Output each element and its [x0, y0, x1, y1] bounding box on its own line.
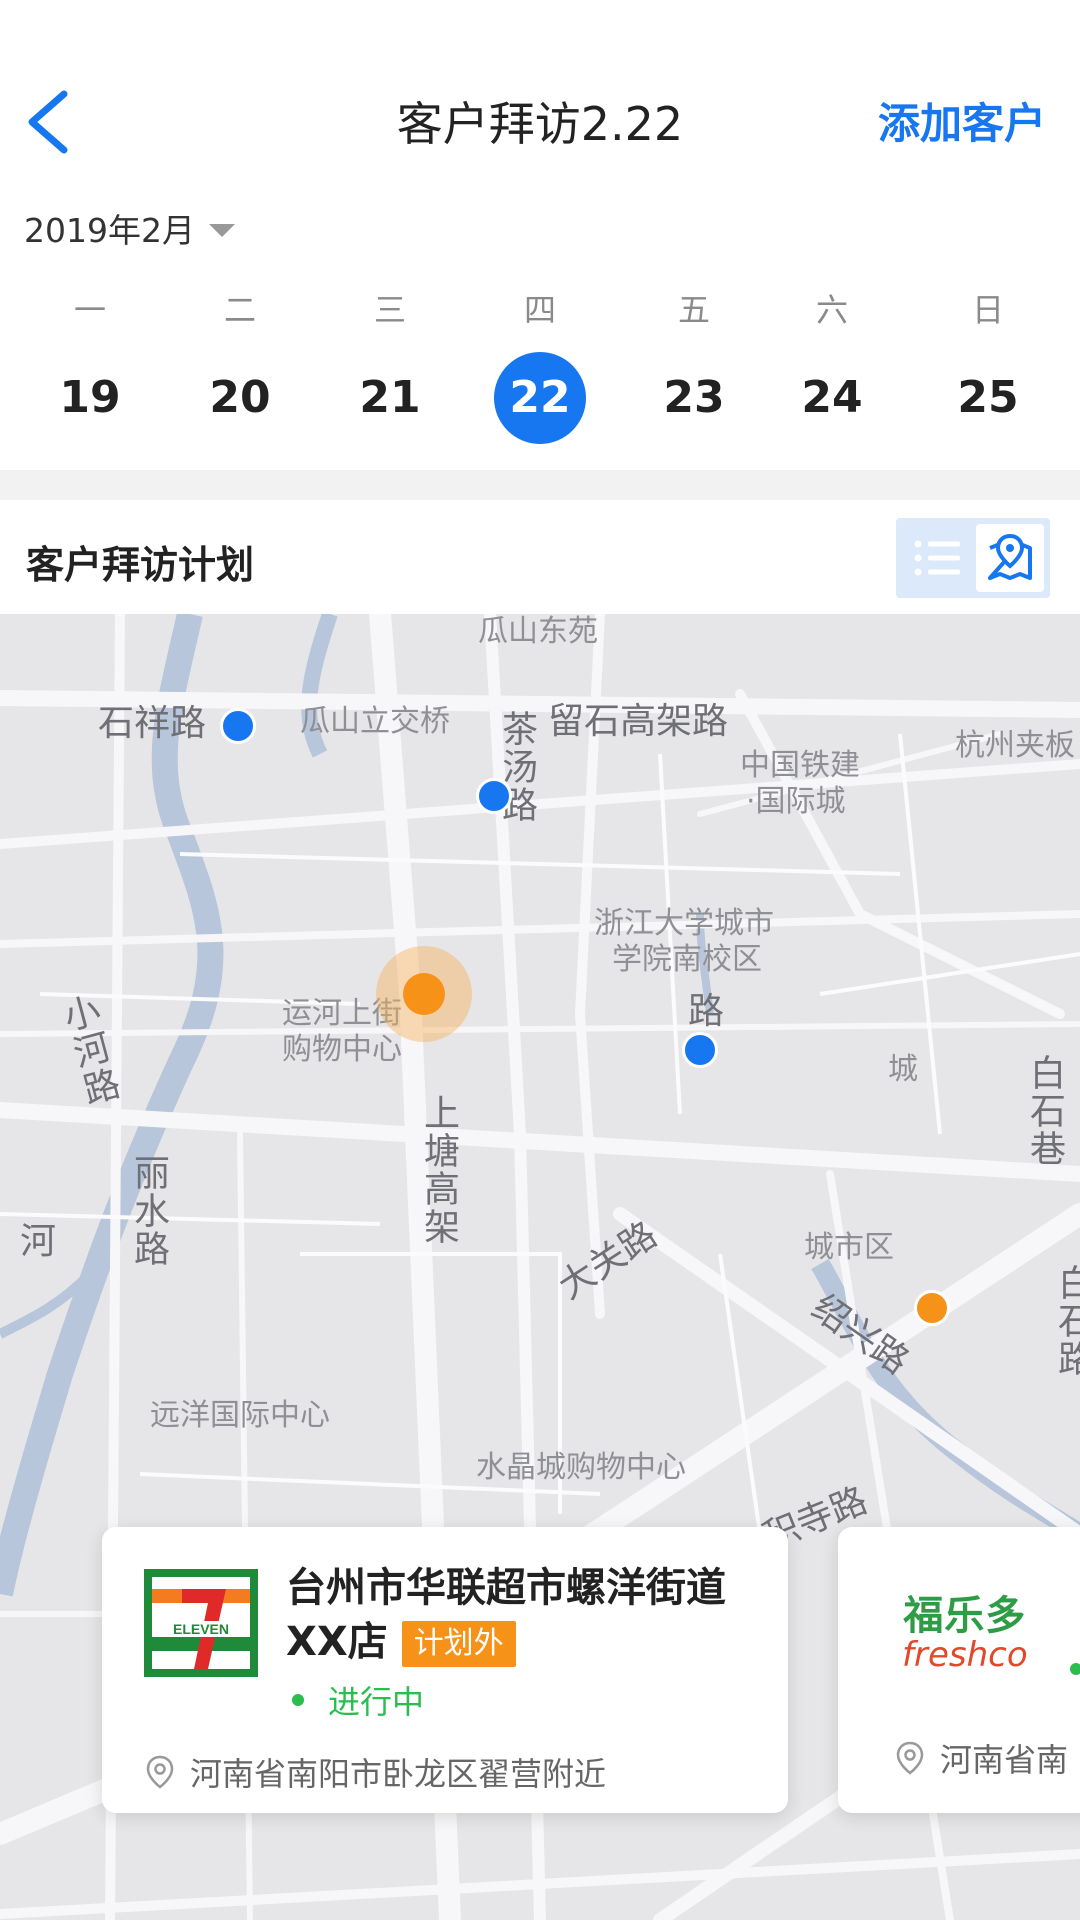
map-label: 瓜山东苑: [478, 614, 598, 649]
store-address: 河南省南: [894, 1735, 1068, 1781]
date-number: 25: [957, 372, 1019, 423]
store-card[interactable]: 福乐多 freshco 河南省南: [838, 1527, 1080, 1813]
day-25[interactable]: 日 25: [928, 290, 1048, 444]
logo-en-text: freshco: [902, 1635, 1028, 1675]
logo-cn-text: 福乐多: [903, 1593, 1027, 1639]
map-label: 瓜山立交桥: [300, 704, 450, 739]
date-number: 21: [359, 372, 421, 423]
map-label: ·国际城: [746, 784, 846, 819]
weekday-label: 日: [971, 291, 1004, 329]
status-dot: [1070, 1663, 1080, 1675]
map-label: 白石路: [1052, 1264, 1080, 1378]
map-label: 石祥路: [98, 703, 207, 744]
map-label: 路: [688, 991, 725, 1032]
view-toggle: [896, 518, 1050, 598]
status-text: 进行中: [328, 1683, 425, 1721]
weekday-label: 二: [223, 291, 256, 329]
address-text: 河南省南阳市卧龙区翟营附近: [190, 1755, 607, 1793]
status-dot: [292, 1694, 304, 1706]
visit-pin-blue[interactable]: [682, 1032, 718, 1068]
day-23[interactable]: 五 23: [634, 290, 754, 444]
section-divider: [0, 470, 1080, 500]
weekday-label: 六: [815, 291, 848, 329]
day-22-selected[interactable]: 四 22: [480, 290, 600, 444]
svg-text:ELEVEN: ELEVEN: [173, 1621, 229, 1637]
map-label: 城: [888, 1052, 918, 1087]
date-number: 19: [59, 372, 121, 423]
map-label: 水晶城购物中心: [476, 1450, 686, 1485]
day-21[interactable]: 三 21: [330, 290, 450, 444]
day-19[interactable]: 一 19: [30, 290, 150, 444]
date-number: 20: [209, 372, 271, 423]
day-24[interactable]: 六 24: [772, 290, 892, 444]
store-address: 河南省南阳市卧龙区翟营附近: [144, 1749, 606, 1795]
map-label: 远洋国际中心: [150, 1398, 330, 1433]
date-number: 23: [663, 372, 725, 423]
week-strip: 一 19 二 20 三 21 四 22 五 23 六 24 日 25: [0, 290, 1080, 444]
nav-header: 客户拜访2.22 添加客户: [0, 0, 1080, 190]
weekday-label: 五: [677, 291, 710, 329]
store-name: 台州市华联超市螺洋街道XX店 计划外: [286, 1561, 756, 1669]
weekday-label: 四: [523, 291, 556, 329]
map-label: 白石巷: [1024, 1054, 1065, 1168]
store-card[interactable]: ELEVEN 台州市华联超市螺洋街道XX店 计划外 进行中 河南省南阳市卧龙区翟营…: [102, 1527, 788, 1813]
map-label: 丽水路: [128, 1154, 169, 1268]
month-label: 2019年2月: [24, 211, 195, 250]
location-icon: [146, 1755, 174, 1789]
seven-eleven-logo: ELEVEN: [144, 1569, 258, 1681]
location-icon: [896, 1741, 924, 1775]
visit-pin-orange[interactable]: [914, 1290, 950, 1326]
freshco-logo: 福乐多 freshco: [902, 1583, 1028, 1675]
map-label: 杭州夹板: [955, 728, 1075, 763]
list-view-button[interactable]: [904, 526, 970, 590]
date-number: 24: [801, 372, 863, 423]
plan-title: 客户拜访计划: [26, 543, 255, 587]
map-label: 留石高架路: [548, 701, 729, 742]
map-label: 上塘高架: [418, 1094, 459, 1246]
weekday-label: 一: [73, 291, 106, 329]
current-location-pin[interactable]: [376, 946, 472, 1042]
visit-pin-blue[interactable]: [476, 778, 512, 814]
day-20[interactable]: 二 20: [180, 290, 300, 444]
visit-status: 进行中: [286, 1677, 424, 1723]
current-location-dot: [403, 973, 445, 1015]
weekday-label: 三: [373, 291, 406, 329]
caret-down-icon: [208, 223, 235, 237]
map-label: 城市区: [804, 1230, 894, 1265]
map-view-button[interactable]: [976, 524, 1044, 592]
month-picker[interactable]: 2019年2月: [24, 204, 235, 252]
list-icon: [914, 540, 960, 576]
map-label: 河: [20, 1221, 57, 1262]
address-text: 河南省南: [940, 1741, 1069, 1779]
unplanned-tag: 计划外: [401, 1621, 516, 1667]
map-label: 购物中心: [282, 1032, 402, 1067]
date-number: 22: [494, 352, 586, 444]
visit-pin-blue[interactable]: [220, 708, 256, 744]
map-label: 学院南校区: [612, 942, 762, 977]
add-customer-button[interactable]: 添加客户: [878, 90, 1046, 151]
map-pin-icon: [988, 533, 1032, 580]
